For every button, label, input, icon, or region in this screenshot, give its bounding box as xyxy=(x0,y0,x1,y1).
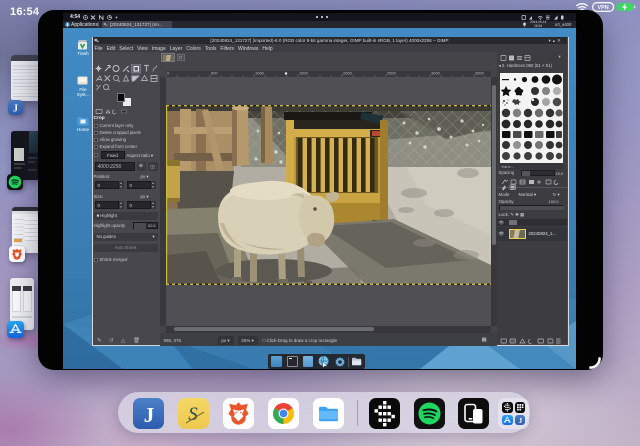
svg-text:1500: 1500 xyxy=(299,71,309,75)
svg-text:J: J xyxy=(144,403,155,427)
svg-text:1000: 1000 xyxy=(255,71,265,75)
svg-text:✎: ✎ xyxy=(97,337,102,344)
svg-text:VPN: VPN xyxy=(598,5,609,11)
svg-text:2000: 2000 xyxy=(343,71,353,75)
svg-text:3000: 3000 xyxy=(431,71,441,75)
svg-text:500: 500 xyxy=(211,71,218,75)
svg-text:3500: 3500 xyxy=(475,71,485,75)
svg-text:S: S xyxy=(188,404,198,425)
svg-text:↺: ↺ xyxy=(109,337,114,344)
svg-text:J: J xyxy=(13,104,18,115)
svg-text:J: J xyxy=(518,417,522,425)
svg-text:△: △ xyxy=(121,338,126,344)
svg-text:2500: 2500 xyxy=(387,71,397,75)
svg-text:0: 0 xyxy=(167,71,170,75)
svg-text:🗑: 🗑 xyxy=(133,337,140,344)
